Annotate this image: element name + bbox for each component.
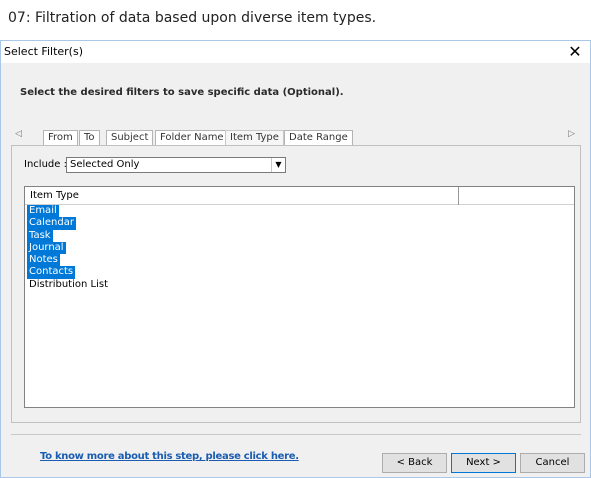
footer-divider <box>11 434 581 435</box>
tab-item-type[interactable]: Item Type <box>225 130 284 145</box>
item-type-list[interactable]: Item Type Email Calendar Task Journal No… <box>24 186 575 408</box>
instruction-text: Select the desired filters to save speci… <box>20 87 344 98</box>
list-rows: Email Calendar Task Journal Notes Contac… <box>27 205 110 291</box>
column-header-label: Item Type <box>30 190 79 201</box>
close-icon[interactable]: ✕ <box>562 41 588 63</box>
tab-to[interactable]: To <box>79 130 100 145</box>
list-item[interactable]: Calendar <box>27 217 76 230</box>
arrow-right-icon[interactable]: ▷ <box>568 129 575 139</box>
list-item[interactable]: Notes <box>27 254 60 267</box>
dialog-titlebar: Select Filter(s) ✕ <box>1 41 590 63</box>
list-item[interactable]: Contacts <box>27 266 76 279</box>
include-selected-value: Selected Only <box>70 159 140 170</box>
list-item[interactable]: Journal <box>27 241 66 255</box>
tab-subject[interactable]: Subject <box>106 130 154 145</box>
page-caption: 07: Filtration of data based upon divers… <box>8 10 377 26</box>
item-type-panel: Include : Selected Only ▼ Item Type Emai… <box>11 145 581 423</box>
select-filters-dialog: Select Filter(s) ✕ Select the desired fi… <box>0 40 591 478</box>
arrow-left-icon[interactable]: ◁ <box>15 129 22 139</box>
next-button[interactable]: Next > <box>451 453 516 473</box>
cancel-button[interactable]: Cancel <box>520 453 585 473</box>
dialog-title: Select Filter(s) <box>4 45 83 58</box>
include-dropdown[interactable]: Selected Only ▼ <box>66 157 286 173</box>
filter-tabs: ◁ From To Subject Folder Name Item Type … <box>11 127 581 145</box>
help-link[interactable]: To know more about this step, please cli… <box>40 451 299 462</box>
chevron-down-icon[interactable]: ▼ <box>271 158 285 172</box>
back-button[interactable]: < Back <box>382 453 447 473</box>
tab-from[interactable]: From <box>43 130 78 145</box>
list-item[interactable]: Task <box>27 229 53 242</box>
list-header: Item Type <box>25 187 574 205</box>
tab-folder-name[interactable]: Folder Name <box>155 130 229 145</box>
column-header-item-type[interactable]: Item Type <box>25 187 459 205</box>
list-item[interactable]: Distribution List <box>27 279 110 291</box>
include-label: Include : <box>24 159 67 170</box>
tab-date-range[interactable]: Date Range <box>284 130 353 145</box>
list-item[interactable]: Email <box>27 205 59 218</box>
